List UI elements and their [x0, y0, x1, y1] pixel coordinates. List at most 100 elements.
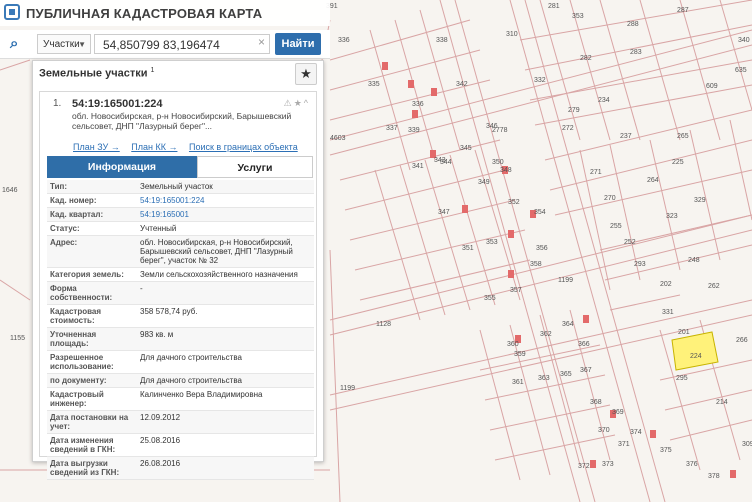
parcel-label: 352 [508, 199, 520, 206]
row-key: Кад. квартал: [50, 210, 104, 219]
table-row: Форма собственности: - [47, 282, 314, 305]
row-value: Для дачного строительства [140, 376, 242, 385]
parcel-label: 336 [338, 37, 350, 44]
cadastral-number[interactable]: 54:19:165001:224 [72, 98, 163, 110]
parcel-label: 225 [672, 159, 684, 166]
parcel-label: 368 [590, 399, 602, 406]
parcel-label: 356 [536, 245, 548, 252]
find-button[interactable]: Найти [275, 33, 321, 55]
row-value[interactable]: 54:19:165001:224 [137, 194, 314, 207]
table-row: Статус: Учтенный [47, 222, 314, 236]
parcel-label: 635 [735, 67, 747, 74]
parcel-label: 365 [560, 371, 572, 378]
parcel-label: 1199 [558, 277, 573, 284]
parcel-label: 248 [688, 257, 700, 264]
parcel-label: 1128 [376, 321, 391, 328]
search-type-select[interactable]: Участки ▼ [37, 34, 91, 54]
parcel-label: 351 [462, 245, 474, 252]
parcel-label: 609 [706, 83, 718, 90]
parcel-label: 348 [500, 167, 512, 174]
card-action-icons[interactable]: ⚠★^ [284, 98, 310, 109]
parcel-label: 362 [540, 331, 552, 338]
parcel-label: 282 [580, 55, 592, 62]
parcel-label: 202 [660, 281, 672, 288]
search-icon[interactable]: ⌕ [10, 35, 28, 53]
parcel-label: 375 [660, 447, 672, 454]
row-value: 25.08.2016 [140, 436, 181, 445]
parcel-label: 337 [386, 125, 398, 132]
row-value[interactable]: 54:19:165001 [137, 208, 314, 221]
parcel-label: 288 [627, 21, 639, 28]
row-key: Кадастровый инженер: [50, 390, 104, 408]
parcel-label: 335 [368, 81, 380, 88]
parcel-label: 323 [666, 213, 678, 220]
parcel-label: 4603 [330, 135, 346, 142]
parcel-label: 350 [492, 159, 504, 166]
plan-kk-link[interactable]: План КК → [131, 142, 177, 152]
parcel-label: 363 [538, 375, 550, 382]
row-key: Адрес: [50, 238, 78, 247]
parcel-label: 359 [514, 351, 526, 358]
parcel-label: 287 [677, 7, 689, 14]
search-input[interactable]: 54,850799 83,196474 [94, 34, 270, 54]
table-row: Уточненная площадь: 983 кв. м [47, 328, 314, 351]
parcel-label: 1155 [10, 335, 25, 342]
parcel-label: 372 [578, 463, 590, 470]
row-key: Дата выгрузки сведений из ГКН: [50, 459, 120, 477]
parcel-label: 346 [486, 123, 498, 130]
info-table: Тип: Земельный участок Кад. номер: 54:19:16… [47, 180, 314, 480]
parcel-label: 342 [456, 81, 468, 88]
parcel-label: 279 [568, 107, 580, 114]
table-row: Кадастровая стоимость: 358 578,74 руб. [47, 305, 314, 328]
row-key: Кад. номер: [50, 196, 97, 205]
results-panel: Земельные участки 1 ★ 1. 54:19:165001:22… [32, 60, 324, 480]
parcel-label: 310 [506, 31, 518, 38]
parcel-label: 281 [548, 3, 560, 10]
app-logo-icon [4, 4, 20, 20]
table-row: Категория земель: Земли сельскохозяйствен… [47, 268, 314, 282]
parcel-label: 344 [440, 159, 452, 166]
parcel-address: обл. Новосибирская, р-н Новосибирский, Б… [72, 111, 292, 131]
row-value: Учтенный [140, 224, 177, 233]
tab-services[interactable]: Услуги [197, 156, 313, 178]
clear-icon[interactable]: × [258, 35, 265, 49]
parcel-card: 1. 54:19:165001:224 ⚠★^ обл. Новосибирск… [39, 91, 317, 480]
parcel-label: 331 [662, 309, 674, 316]
search-bar: ⌕ Участки ▼ 54,850799 83,196474 × Найти [0, 30, 330, 59]
row-key: Дата постановки на учет: [50, 413, 129, 431]
favorite-star-button[interactable]: ★ [295, 63, 317, 85]
panel-title-text: Земельные участки [39, 67, 148, 80]
panel-title: Земельные участки 1 [39, 67, 154, 80]
parcel-label: 271 [590, 169, 602, 176]
row-value: 358 578,74 руб. [140, 307, 198, 316]
parcel-label: 255 [610, 223, 622, 230]
parcel-label: 1199 [340, 385, 355, 392]
parcel-label: 262 [708, 283, 720, 290]
parcel-label: 360 [507, 341, 519, 348]
parcel-label: 252 [624, 239, 636, 246]
parcel-label: 354 [534, 209, 546, 216]
parcel-label: 374 [630, 429, 642, 436]
row-key: Тип: [50, 182, 67, 191]
tab-info[interactable]: Информация [47, 156, 197, 178]
app-title: ПУБЛИЧНАЯ КАДАСТРОВАЯ КАРТА [26, 6, 263, 21]
search-type-label: Участки [43, 39, 80, 50]
parcel-label: 264 [647, 177, 659, 184]
row-value: Земельный участок [140, 182, 213, 191]
parcel-label: 272 [562, 125, 574, 132]
parcel-label: 376 [686, 461, 698, 468]
table-row: Дата выгрузки сведений из ГКН: 26.08.2016 [47, 457, 314, 480]
table-row: Кадастровый инженер: Калинченко Вера Влад… [47, 388, 314, 411]
parcel-label: 353 [486, 239, 498, 246]
parcel-label: 361 [512, 379, 524, 386]
plan-zu-link[interactable]: План ЗУ → [73, 142, 120, 152]
parcel-label: 345 [460, 145, 472, 152]
row-key: Статус: [50, 224, 80, 233]
table-row: по документу: Для дачного строительства [47, 374, 314, 388]
table-row: Тип: Земельный участок [47, 180, 314, 194]
parcel-label: 293 [634, 261, 646, 268]
parcel-label: 367 [580, 367, 592, 374]
parcel-label: 358 [530, 261, 542, 268]
table-row: Кад. номер: 54:19:165001:224 [47, 194, 314, 208]
parcel-label: 283 [630, 49, 642, 56]
